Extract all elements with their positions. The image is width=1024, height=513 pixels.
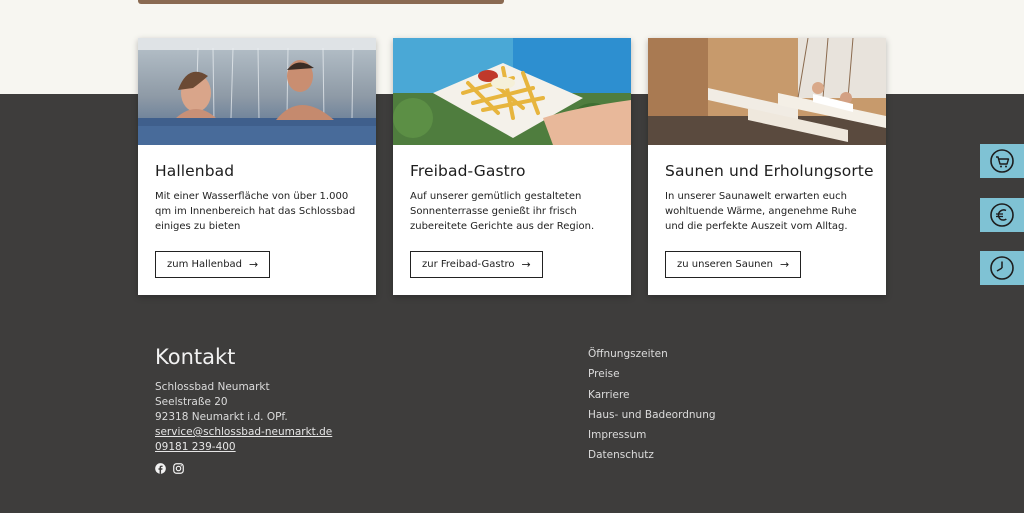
footer-link-oeffnungszeiten[interactable]: Öffnungszeiten	[588, 347, 716, 367]
footer-links: Öffnungszeiten Preise Karriere Haus- und…	[588, 347, 716, 469]
footer-link-impressum[interactable]: Impressum	[588, 428, 716, 448]
clock-icon	[990, 256, 1014, 280]
euro-icon	[990, 203, 1014, 227]
freibad-gastro-button[interactable]: zur Freibad-Gastro →	[410, 251, 543, 278]
button-label: zum Hallenbad	[167, 259, 243, 270]
card-hallenbad: Hallenbad Mit einer Wasserfläche von übe…	[138, 38, 376, 295]
facebook-link[interactable]	[155, 463, 166, 474]
card-title: Hallenbad	[155, 162, 235, 180]
footer-link-karriere[interactable]: Karriere	[588, 388, 716, 408]
card-description: Mit einer Wasserfläche von über 1.000 qm…	[155, 191, 356, 232]
fries-photo	[393, 38, 631, 145]
previous-image-edge	[138, 0, 504, 4]
contact-phone-link[interactable]: 09181 239-400	[155, 440, 332, 455]
hallenbad-button[interactable]: zum Hallenbad →	[155, 251, 271, 278]
instagram-link[interactable]	[173, 463, 184, 474]
opening-hours-button[interactable]	[980, 251, 1024, 285]
social-links	[155, 463, 184, 474]
card-freibad-gastro: Freibad-Gastro Auf unserer gemütlich ges…	[393, 38, 631, 295]
contact-name: Schlossbad Neumarkt	[155, 381, 270, 393]
contact-email-link[interactable]: service@schlossbad-neumarkt.de	[155, 425, 332, 440]
arrow-right-icon: →	[249, 258, 259, 271]
card-description: In unserer Saunawelt erwarten euch wohlt…	[665, 191, 857, 232]
contact-address: Schlossbad Neumarkt Seelstraße 20 92318 …	[155, 380, 332, 455]
facebook-icon	[155, 463, 166, 474]
footer-link-preise[interactable]: Preise	[588, 367, 716, 387]
card-title: Saunen und Erholungsorte	[665, 162, 874, 180]
kontakt-heading: Kontakt	[155, 345, 236, 369]
card-title: Freibad-Gastro	[410, 162, 526, 180]
prices-button[interactable]	[980, 198, 1024, 232]
contact-city: 92318 Neumarkt i.d. OPf.	[155, 411, 288, 423]
indoor-pool-photo	[138, 38, 376, 145]
shopping-cart-icon	[990, 149, 1014, 173]
footer-link-datenschutz[interactable]: Datenschutz	[588, 448, 716, 468]
card-description: Auf unserer gemütlich gestalteten Sonnen…	[410, 191, 595, 232]
arrow-right-icon: →	[780, 258, 790, 271]
shop-button[interactable]	[980, 144, 1024, 178]
arrow-right-icon: →	[521, 258, 531, 271]
card-saunen: Saunen und Erholungsorte In unserer Saun…	[648, 38, 886, 295]
instagram-icon	[173, 463, 184, 474]
contact-street: Seelstraße 20	[155, 396, 228, 408]
button-label: zur Freibad-Gastro	[422, 259, 515, 270]
footer-link-badeordnung[interactable]: Haus- und Badeordnung	[588, 408, 716, 428]
sauna-lounge-photo	[648, 38, 886, 145]
button-label: zu unseren Saunen	[677, 259, 774, 270]
saunen-button[interactable]: zu unseren Saunen →	[665, 251, 802, 278]
